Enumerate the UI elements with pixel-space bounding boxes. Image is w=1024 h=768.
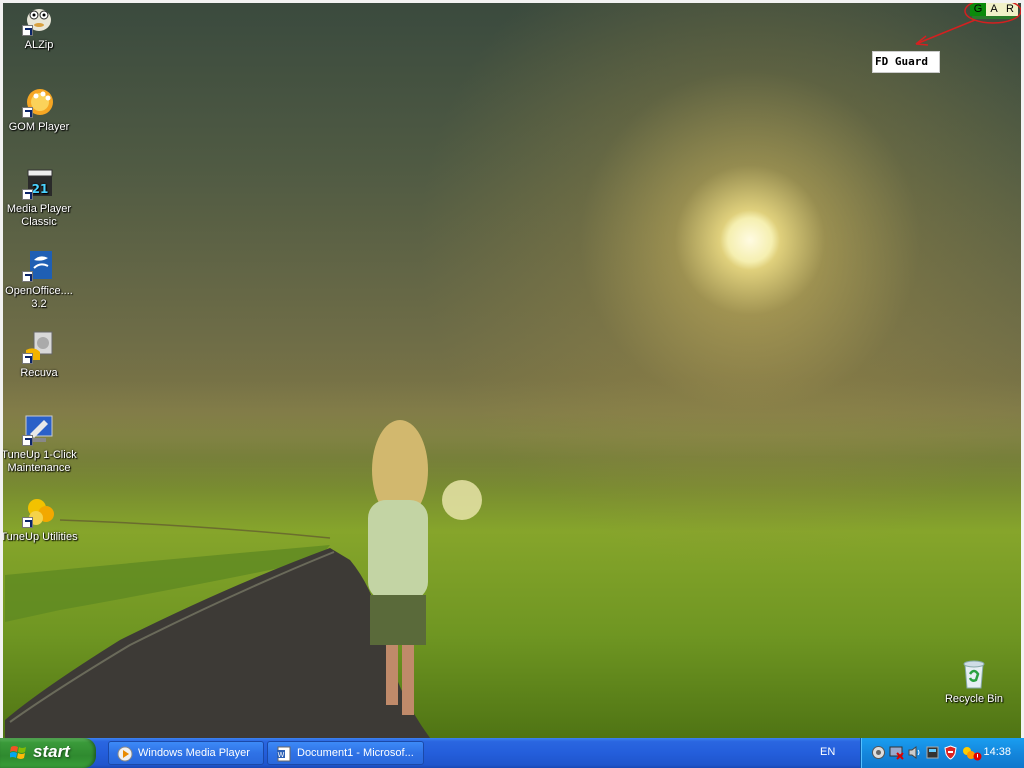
shortcut-arrow-icon bbox=[22, 353, 33, 364]
desktop-icon-label: TuneUp Utilities bbox=[0, 531, 78, 543]
svg-text:21: 21 bbox=[32, 182, 49, 196]
wallpaper-scene bbox=[5, 420, 482, 738]
start-label: start bbox=[33, 742, 70, 761]
desktop-icon-gom-player[interactable]: GOM Player bbox=[0, 84, 78, 134]
fd-guard-box[interactable]: FD Guard bbox=[872, 51, 940, 73]
shortcut-arrow-icon bbox=[22, 107, 33, 118]
word-document-icon: W bbox=[277, 746, 291, 762]
taskbar-item-windows-media-player[interactable]: Windows Media Player bbox=[108, 741, 264, 765]
desktop[interactable]: ALZip GOM Player 21 Media Player Classic… bbox=[0, 0, 1024, 738]
tray-monitor-icon[interactable] bbox=[889, 745, 904, 760]
desktop-icon-recuva[interactable]: Recuva bbox=[0, 330, 78, 380]
svg-text:W: W bbox=[278, 751, 285, 759]
tray-security-icon[interactable] bbox=[943, 745, 958, 760]
shortcut-arrow-icon bbox=[22, 271, 33, 282]
gar-g-indicator[interactable]: G bbox=[970, 2, 986, 16]
clock[interactable]: 14:38 bbox=[983, 746, 1011, 758]
language-indicator[interactable]: EN bbox=[820, 746, 835, 758]
desktop-icon-label: TuneUp 1-Click Maintenance bbox=[1, 449, 77, 474]
desktop-icon-label: Recuva bbox=[20, 367, 58, 379]
desktop-icon-label: Media Player Classic bbox=[6, 203, 72, 228]
tray-network-icon[interactable] bbox=[871, 745, 886, 760]
tray-speaker-icon[interactable] bbox=[907, 745, 922, 760]
system-tray: 14:38 bbox=[860, 738, 1024, 768]
desktop-icon-label: Recycle Bin bbox=[944, 693, 1004, 705]
recycle-bin-icon bbox=[963, 660, 985, 689]
desktop-icon-media-player-classic[interactable]: 21 Media Player Classic bbox=[0, 166, 78, 229]
start-button[interactable]: start bbox=[0, 738, 96, 768]
taskbar-item-label: Windows Media Player bbox=[138, 747, 250, 759]
shortcut-arrow-icon bbox=[22, 435, 33, 446]
shortcut-arrow-icon bbox=[22, 517, 33, 528]
taskbar-item-document1[interactable]: W Document1 - Microsof... bbox=[267, 741, 424, 765]
windows-flag-icon bbox=[10, 746, 26, 759]
desktop-icon-alzip[interactable]: ALZip bbox=[0, 2, 78, 52]
desktop-icon-label: OpenOffice.... 3.2 bbox=[5, 285, 73, 310]
desktop-icon-label: ALZip bbox=[24, 39, 54, 51]
desktop-icon-openoffice[interactable]: OpenOffice.... 3.2 bbox=[0, 248, 78, 311]
desktop-icon-label: GOM Player bbox=[8, 121, 70, 133]
gar-status-bar bbox=[972, 16, 1016, 19]
tray-app-icon[interactable] bbox=[925, 745, 940, 760]
desktop-icon-tuneup-utilities[interactable]: TuneUp Utilities bbox=[0, 494, 78, 544]
taskbar-item-label: Document1 - Microsof... bbox=[297, 747, 414, 759]
tray-alert-icon[interactable] bbox=[973, 752, 982, 761]
desktop-icon-tuneup-1click[interactable]: TuneUp 1-Click Maintenance bbox=[0, 412, 78, 475]
windows-media-player-icon bbox=[117, 746, 133, 762]
shortcut-arrow-icon bbox=[22, 189, 33, 200]
taskbar: start Windows Media Player W Document1 -… bbox=[0, 738, 1024, 768]
shortcut-arrow-icon bbox=[22, 25, 33, 36]
gar-a-indicator[interactable]: A bbox=[986, 2, 1002, 16]
desktop-icon-recycle-bin[interactable]: Recycle Bin bbox=[935, 656, 1013, 706]
fd-guard-label: FD Guard bbox=[875, 55, 928, 68]
gar-r-indicator[interactable]: R bbox=[1002, 2, 1018, 16]
